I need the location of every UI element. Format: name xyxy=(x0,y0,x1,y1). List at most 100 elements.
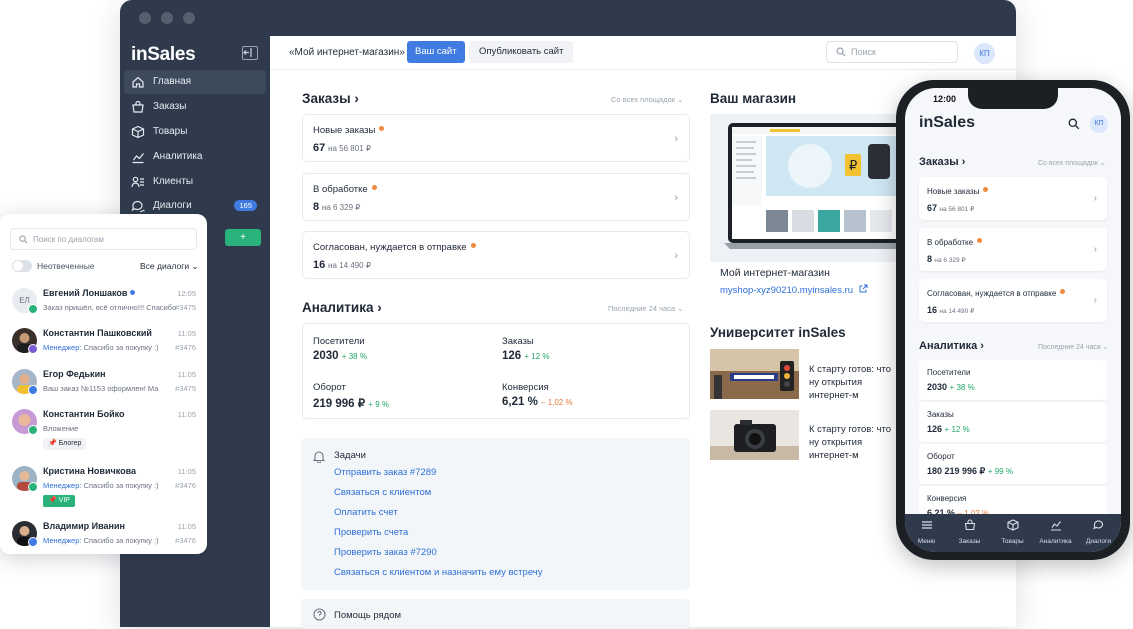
window-dot-maximize[interactable] xyxy=(183,12,195,24)
sidebar-item-products[interactable]: Товары xyxy=(124,120,266,144)
order-card-new[interactable]: Новые заказы 67 на 56 801 ₽ › xyxy=(302,114,690,162)
channel-icon xyxy=(28,537,38,547)
user-avatar[interactable]: КП xyxy=(974,43,995,64)
orders-section-title[interactable]: Заказы › xyxy=(302,91,359,106)
order-card-processing[interactable]: В обработке 8 на 6 329 ₽ › xyxy=(302,173,690,221)
sidebar-item-clients[interactable]: Клиенты xyxy=(124,170,266,194)
shop-preview-name: Мой интернет-магазин xyxy=(720,267,830,279)
orders-filter[interactable]: Со всех площадок ⌄ xyxy=(1038,159,1106,167)
order-amount: на 6 329 ₽ xyxy=(934,257,966,264)
order-card-processing[interactable]: В обработке 8 на 6 329 ₽ › xyxy=(919,228,1107,271)
orders-filter[interactable]: Со всех площадок ⌄ xyxy=(611,95,683,104)
chart-icon xyxy=(1050,521,1061,531)
order-number: #3476 xyxy=(175,536,196,545)
chevron-right-icon: › xyxy=(674,192,678,204)
search-icon xyxy=(19,235,28,244)
search-input[interactable]: Поиск xyxy=(826,41,958,63)
task-link[interactable]: Проверить счета xyxy=(334,527,408,538)
search-placeholder: Поиск по диалогам xyxy=(33,235,104,244)
order-number: #3476 xyxy=(175,481,196,490)
window-dot-minimize[interactable] xyxy=(161,12,173,24)
chevron-right-icon: › xyxy=(1093,295,1097,306)
order-card-agreed[interactable]: Согласован, нуждается в отправке 16 на 1… xyxy=(302,231,690,279)
order-number: #3475 xyxy=(175,303,196,312)
tag-badge: 📌 Блогер xyxy=(43,438,87,450)
help-panel[interactable]: Помощь рядом xyxy=(301,599,690,629)
window-dot-close[interactable] xyxy=(139,12,151,24)
order-count: 16 xyxy=(927,305,938,315)
search-icon[interactable] xyxy=(1068,118,1080,130)
analytics-section-title[interactable]: Аналитика › xyxy=(302,300,382,315)
stat-value: 126 + 12 % xyxy=(927,424,970,434)
task-link[interactable]: Оплатить счет xyxy=(334,507,398,518)
stat-value: 219 996 ₽ + 9 % xyxy=(313,398,389,410)
order-number: #3476 xyxy=(175,343,196,352)
sidebar-item-orders[interactable]: Заказы xyxy=(124,95,266,119)
dialogs-icon xyxy=(1092,520,1103,530)
tab-menu[interactable]: Меню xyxy=(905,518,948,545)
top-bar: «Мой интернет-магазин» Ваш сайт Опублико… xyxy=(270,36,1016,70)
analytics-filter[interactable]: Последние 24 часа ⌄ xyxy=(608,304,683,313)
help-title: Помощь рядом xyxy=(334,610,402,621)
your-site-button[interactable]: Ваш сайт xyxy=(407,41,465,63)
stat-value: 2030 + 38 % xyxy=(927,382,975,392)
tab-dialogs[interactable]: Диалоги xyxy=(1077,518,1120,545)
basket-icon xyxy=(964,519,975,531)
sidebar-item-label: Главная xyxy=(153,76,192,87)
phone-mockup: 12:00 inSales КП Заказы › Со всех площад… xyxy=(896,80,1133,560)
article-title[interactable]: К старту готов: что ну открытия интернет… xyxy=(809,363,899,402)
add-dialog-button[interactable]: + xyxy=(225,229,261,246)
all-dialogs-dropdown[interactable]: Все диалоги ⌄ xyxy=(140,261,199,272)
orders-section-title[interactable]: Заказы › xyxy=(919,156,965,168)
order-amount: на 56 801 ₽ xyxy=(328,144,371,153)
task-link[interactable]: Связаться с клиентом и назначить ему вст… xyxy=(334,567,543,578)
dialog-time: 12:05 xyxy=(177,289,196,298)
analytics-section-title[interactable]: Аналитика › xyxy=(919,340,984,352)
task-link[interactable]: Отправить заказ #7289 xyxy=(334,467,436,478)
tab-orders[interactable]: Заказы xyxy=(948,518,991,545)
tab-analytics[interactable]: Аналитика xyxy=(1034,518,1077,545)
unanswered-label: Неотвеченные xyxy=(37,261,95,271)
task-link[interactable]: Связаться с клиентом xyxy=(334,487,431,498)
channel-icon xyxy=(28,482,38,492)
unanswered-toggle[interactable] xyxy=(12,260,32,272)
stat-label: Заказы xyxy=(927,410,954,419)
shop-preview-image[interactable]: ₽ xyxy=(710,114,896,262)
publish-site-button[interactable]: Опубликовать сайт xyxy=(469,41,574,63)
order-card-agreed[interactable]: Согласован, нуждается в отправке 16 на 1… xyxy=(919,279,1107,322)
order-amount: на 14 490 ₽ xyxy=(328,261,371,270)
unread-dot xyxy=(129,290,135,295)
article-thumbnail[interactable] xyxy=(710,349,799,399)
dialogs-icon xyxy=(131,200,145,213)
article-thumbnail[interactable] xyxy=(710,410,799,460)
status-dot xyxy=(1060,289,1066,294)
channel-icon xyxy=(28,385,38,395)
status-dot xyxy=(977,238,983,243)
tab-label: Заказы xyxy=(958,538,981,545)
dialogs-panel: Поиск по диалогам Неотвеченные Все диало… xyxy=(0,214,207,554)
task-link[interactable]: Проверить заказ #7290 xyxy=(334,547,437,558)
order-card-title: В обработке xyxy=(313,184,368,195)
box-icon xyxy=(1006,519,1019,531)
dialog-search-input[interactable]: Поиск по диалогам xyxy=(10,228,197,250)
dialog-time: 11:05 xyxy=(177,410,196,419)
tab-products[interactable]: Товары xyxy=(991,518,1034,545)
channel-icon xyxy=(28,425,38,435)
order-card-new[interactable]: Новые заказы 67 на 56 801 ₽ › xyxy=(919,177,1107,220)
dialog-name: Евгений Лоншаков xyxy=(43,288,135,298)
dialog-time: 11:05 xyxy=(177,370,196,379)
analytics-filter[interactable]: Последние 24 часа ⌄ xyxy=(1038,343,1108,351)
article-title[interactable]: К старту готов: что ну открытия интернет… xyxy=(809,423,899,462)
collapse-sidebar-icon[interactable] xyxy=(242,46,258,60)
sidebar-item-analytics[interactable]: Аналитика xyxy=(124,145,266,169)
stat-label: Конверсия xyxy=(927,494,967,503)
shop-link[interactable]: myshop-xyz90210.myinsales.ru xyxy=(720,284,868,296)
dialog-time: 11:05 xyxy=(177,329,196,338)
sidebar-item-home[interactable]: Главная xyxy=(124,70,266,94)
vip-badge: 📌 VIP xyxy=(43,495,75,507)
order-count: 67 xyxy=(313,142,326,154)
tab-label: Диалоги xyxy=(1085,538,1112,545)
dialog-name: Егор Федькин xyxy=(43,369,106,379)
dialog-time: 11:05 xyxy=(177,522,196,531)
user-avatar[interactable]: КП xyxy=(1090,115,1108,133)
